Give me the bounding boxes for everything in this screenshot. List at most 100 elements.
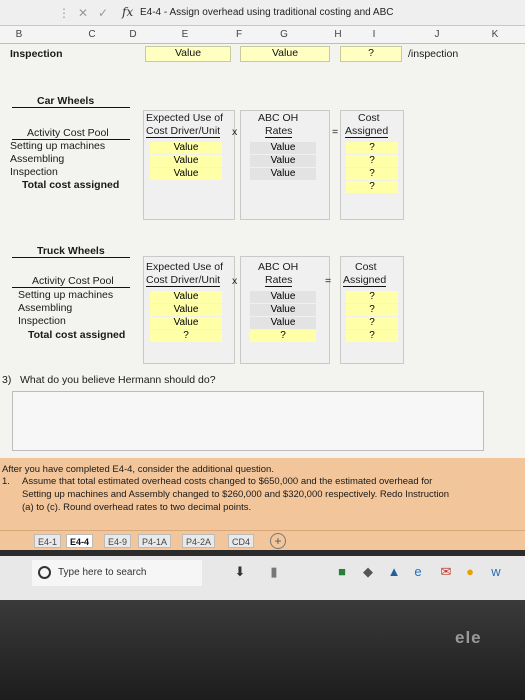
- worksheet[interactable]: Inspection Value Value ? /inspection Car…: [0, 44, 525, 530]
- column-header-j[interactable]: J: [430, 29, 444, 40]
- tab-e4-1[interactable]: E4-1: [34, 534, 62, 548]
- column-headers: B C D E F G H I J K: [0, 26, 525, 44]
- function-icon[interactable]: fx: [122, 5, 133, 19]
- car-pool-header: Activity Cost Pool: [12, 127, 130, 140]
- truck-cost-header-2: Assigned: [343, 274, 387, 287]
- car-use-setup[interactable]: Value: [150, 142, 222, 154]
- truck-use-assembling[interactable]: Value: [150, 304, 222, 316]
- truck-use-inspection[interactable]: Value: [150, 317, 222, 329]
- top-value-i[interactable]: ?: [340, 46, 402, 62]
- truck-rate-inspection[interactable]: Value: [250, 317, 316, 329]
- formula-input[interactable]: E4-4 - Assign overhead using traditional…: [140, 7, 520, 18]
- car-use-assembling[interactable]: Value: [150, 155, 222, 167]
- additional-intro: After you have completed E4-4, consider …: [2, 464, 274, 475]
- search-placeholder[interactable]: Type here to search: [58, 567, 146, 578]
- truck-cost-assembling[interactable]: ?: [346, 304, 398, 316]
- truck-cost-setup[interactable]: ?: [346, 291, 398, 303]
- column-header-h[interactable]: H: [331, 29, 345, 40]
- task-view-icon[interactable]: ▮: [266, 564, 282, 580]
- store-icon[interactable]: ■: [334, 564, 350, 580]
- truck-rate-assembling[interactable]: Value: [250, 304, 316, 316]
- formula-bar: ⋮ ✕ ✓ fx E4-4 - Assign overhead using tr…: [0, 0, 525, 26]
- car-times-sign: x: [232, 126, 238, 138]
- truck-rate-header-2: Rates: [265, 274, 293, 287]
- truck-times-sign: x: [232, 275, 238, 287]
- car-rate-header-2: Rates: [265, 125, 293, 138]
- taskbar-search[interactable]: Type here to search: [32, 560, 202, 586]
- column-header-c[interactable]: C: [85, 29, 99, 40]
- additional-line-3: Setting up machines and Assembly changed…: [22, 489, 450, 500]
- add-sheet-icon[interactable]: +: [270, 533, 286, 549]
- truck-cost-header-1: Cost: [355, 261, 377, 273]
- top-unit-label: /inspection: [408, 48, 459, 60]
- mail-icon[interactable]: ✉: [438, 564, 454, 580]
- car-cost-assembling[interactable]: ?: [346, 155, 398, 167]
- car-rate-inspection[interactable]: Value: [250, 168, 316, 180]
- tab-e4-9[interactable]: E4-9: [104, 534, 132, 548]
- truck-row-inspection: Inspection: [18, 315, 66, 327]
- question-text: What do you believe Hermann should do?: [20, 374, 216, 386]
- outlook-icon[interactable]: ▲: [386, 564, 402, 580]
- top-row-label: Inspection: [10, 48, 63, 60]
- tab-e4-4[interactable]: E4-4: [66, 534, 94, 548]
- column-header-d[interactable]: D: [126, 29, 140, 40]
- search-icon: [38, 566, 51, 579]
- truck-equals-sign: =: [325, 275, 332, 287]
- car-rate-setup[interactable]: Value: [250, 142, 316, 154]
- truck-cost-total[interactable]: ?: [346, 330, 398, 342]
- truck-rate-total[interactable]: ?: [250, 330, 316, 342]
- car-cost-header-1: Cost: [358, 112, 380, 124]
- taskbar: Type here to search ⬇ ▮ ■ ◆ ▲ e ✉ ● w: [0, 556, 525, 600]
- additional-line-2: Assume that total estimated overhead cos…: [22, 476, 433, 487]
- sheet-tab-bar: E4-1 E4-4 E4-9 P4-1A P4-2A CD4 +: [0, 530, 525, 550]
- cancel-icon[interactable]: ✕: [78, 6, 88, 20]
- edge-icon[interactable]: e: [410, 564, 426, 580]
- car-rate-assembling[interactable]: Value: [250, 155, 316, 167]
- car-equals-sign: =: [332, 126, 339, 138]
- truck-use-total[interactable]: ?: [150, 330, 222, 342]
- answer-box[interactable]: [12, 391, 484, 451]
- top-value-e[interactable]: Value: [145, 46, 231, 62]
- confirm-icon[interactable]: ✓: [98, 6, 108, 20]
- car-total-label: Total cost assigned: [22, 179, 120, 191]
- column-header-g[interactable]: G: [277, 29, 291, 40]
- microphone-icon[interactable]: ⬇: [232, 564, 248, 580]
- tab-p4-2a[interactable]: P4-2A: [182, 534, 216, 548]
- column-header-i[interactable]: I: [367, 29, 381, 40]
- car-row-assembling: Assembling: [10, 153, 65, 165]
- question-marker: 3): [2, 374, 12, 386]
- monitor-bezel: [0, 600, 525, 700]
- car-cost-inspection[interactable]: ?: [346, 168, 398, 180]
- photos-icon[interactable]: ●: [462, 564, 478, 580]
- truck-use-setup[interactable]: Value: [150, 291, 222, 303]
- truck-section-title: Truck Wheels: [12, 245, 130, 258]
- column-header-f[interactable]: F: [232, 29, 246, 40]
- additional-question-panel: After you have completed E4-4, consider …: [0, 458, 525, 530]
- truck-cost-inspection[interactable]: ?: [346, 317, 398, 329]
- column-header-k[interactable]: K: [488, 29, 502, 40]
- more-icon[interactable]: ⋮: [58, 6, 70, 20]
- column-header-b[interactable]: B: [12, 29, 26, 40]
- word-icon[interactable]: w: [488, 564, 504, 580]
- tab-cd4[interactable]: CD4: [228, 534, 255, 548]
- additional-number: 1.: [2, 476, 10, 487]
- additional-line-4: (a) to (c). Round overhead rates to two …: [22, 502, 252, 513]
- car-cost-total[interactable]: ?: [346, 181, 398, 193]
- column-header-e[interactable]: E: [178, 29, 192, 40]
- car-use-header-1: Expected Use of: [146, 112, 224, 124]
- brand-logo: ele: [455, 628, 482, 647]
- car-use-inspection[interactable]: Value: [150, 168, 222, 180]
- excel-window: ⋮ ✕ ✓ fx E4-4 - Assign overhead using tr…: [0, 0, 525, 700]
- truck-total-label: Total cost assigned: [28, 329, 126, 341]
- truck-use-header-1: Expected Use of: [146, 261, 224, 273]
- truck-row-assembling: Assembling: [18, 302, 73, 314]
- car-cost-setup[interactable]: ?: [346, 142, 398, 154]
- files-icon[interactable]: ◆: [360, 564, 376, 580]
- car-cost-header-2: Assigned: [345, 125, 389, 138]
- top-value-g[interactable]: Value: [240, 46, 330, 62]
- truck-row-setup: Setting up machines: [18, 289, 114, 301]
- car-use-header-2: Cost Driver/Unit: [146, 125, 221, 138]
- truck-rate-setup[interactable]: Value: [250, 291, 316, 303]
- tab-p4-1a[interactable]: P4-1A: [138, 534, 172, 548]
- truck-pool-header: Activity Cost Pool: [12, 275, 130, 288]
